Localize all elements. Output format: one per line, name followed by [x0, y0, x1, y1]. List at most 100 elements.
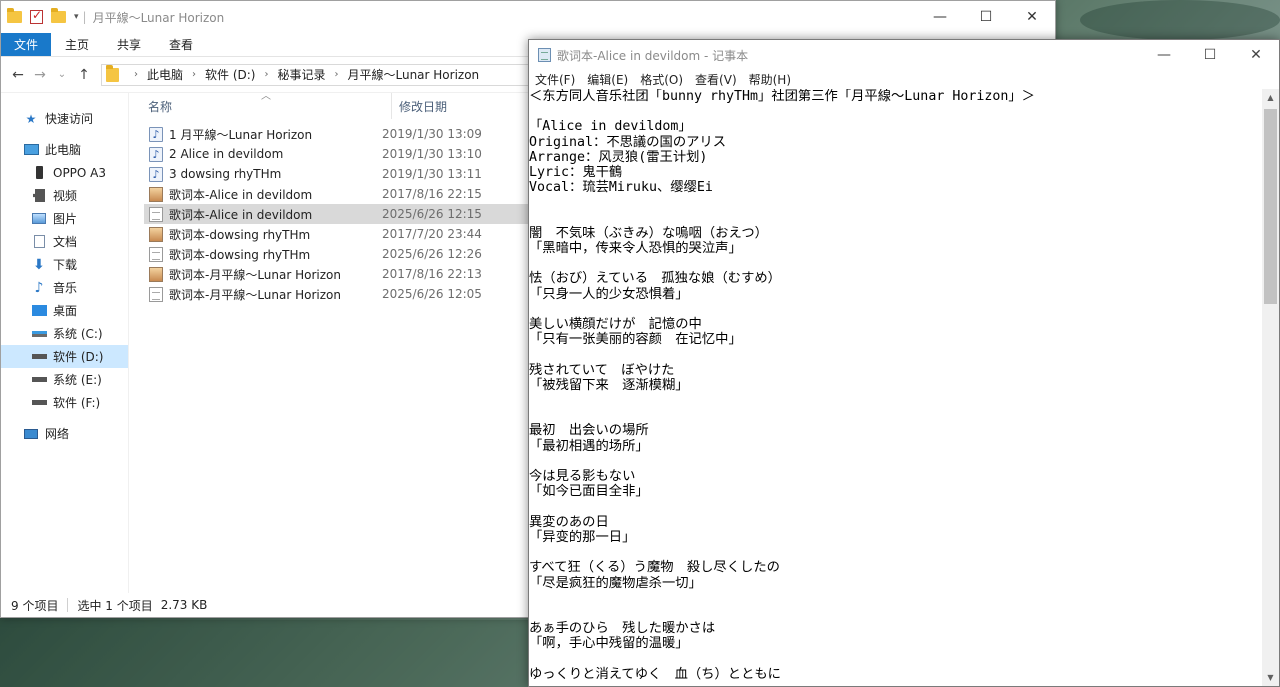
file-name: 歌词本-月平線～Lunar Horizon [169, 287, 341, 302]
minimize-button[interactable]: — [1141, 40, 1187, 70]
menu-view[interactable]: 查看(V) [695, 71, 737, 88]
file-date: 2017/7/20 23:44 [382, 227, 482, 241]
nav-item-label: 系统 (E:) [53, 373, 102, 387]
chevron-right-icon: › [192, 69, 197, 80]
nav-item-drive-e[interactable]: 系统 (E:) [1, 368, 128, 391]
star-icon: ★ [25, 111, 37, 126]
notepad-menubar: 文件(F) 编辑(E) 格式(O) 查看(V) 帮助(H) [529, 70, 1279, 89]
computer-icon [23, 143, 39, 157]
item-count: 9 个项目 [11, 598, 59, 613]
file-date: 2019/1/30 13:09 [382, 127, 482, 141]
nav-item-label: 软件 (D:) [53, 350, 104, 364]
close-button[interactable]: ✕ [1233, 40, 1279, 70]
file-date: 2025/6/26 12:15 [382, 207, 482, 221]
file-date: 2019/1/30 13:10 [382, 147, 482, 161]
status-divider [67, 598, 69, 612]
menu-edit[interactable]: 编辑(E) [587, 71, 628, 88]
music-icon: ♪ [34, 279, 44, 296]
image-file-icon [149, 186, 163, 202]
maximize-button[interactable]: ☐ [1187, 40, 1233, 70]
file-name: 歌词本-dowsing rhyTHm [169, 247, 311, 262]
file-row-selected[interactable]: 歌词本-Alice in devildom 2025/6/26 12:15 [144, 204, 530, 224]
quick-access-dropdown-icon[interactable]: ▾ [74, 12, 79, 22]
vertical-scrollbar[interactable]: ▲ ▼ [1262, 89, 1279, 686]
title-separator: | [82, 10, 87, 24]
nav-item-downloads[interactable]: ⬇ 下载 [1, 253, 128, 276]
drive-icon [31, 396, 47, 410]
file-date: 2025/6/26 12:05 [382, 287, 482, 301]
nav-item-label: 快速访问 [45, 112, 94, 126]
chevron-right-icon: › [134, 69, 138, 80]
image-file-icon [149, 226, 163, 242]
notepad-text-area[interactable]: ＜东方同人音乐社团「bunny rhyTHm」社团第三作「月平線～Lunar H… [529, 89, 1262, 686]
file-date: 2017/8/16 22:13 [382, 267, 482, 281]
menu-file[interactable]: 文件(F) [535, 71, 575, 88]
file-row[interactable]: ♪ 1 月平線～Lunar Horizon 2019/1/30 13:09 [144, 124, 530, 144]
nav-item-drive-c[interactable]: 系统 (C:) [1, 322, 128, 345]
tab-view[interactable]: 查看 [155, 33, 207, 56]
properties-icon[interactable] [30, 8, 43, 24]
nav-item-videos[interactable]: 视频 [1, 184, 128, 207]
column-divider[interactable] [391, 93, 392, 119]
scroll-down-arrow-icon[interactable]: ▼ [1262, 669, 1279, 686]
file-row[interactable]: 歌词本-dowsing rhyTHm 2025/6/26 12:26 [144, 244, 530, 264]
nav-item-oppo-a3[interactable]: OPPO A3 [1, 161, 128, 184]
explorer-titlebar: ▾ | 月平線～Lunar Horizon — ☐ ✕ [1, 1, 1055, 33]
up-button[interactable]: ↑ [73, 67, 95, 83]
nav-item-desktop[interactable]: 桌面 [1, 299, 128, 322]
drive-icon [31, 327, 47, 341]
notepad-window: 歌词本-Alice in devildom - 记事本 — ☐ ✕ 文件(F) … [528, 39, 1280, 687]
column-header-date[interactable]: 修改日期 [399, 98, 447, 115]
text-file-icon [149, 206, 163, 222]
folder-icon [106, 64, 119, 82]
nav-item-quick-access[interactable]: ★ 快速访问 [1, 107, 128, 130]
file-row[interactable]: ♪ 3 dowsing rhyTHm 2019/1/30 13:11 [144, 164, 530, 184]
menu-help[interactable]: 帮助(H) [749, 71, 791, 88]
file-name: 歌词本-Alice in devildom [169, 207, 313, 222]
forward-button[interactable]: → [29, 67, 51, 83]
maximize-button[interactable]: ☐ [963, 1, 1009, 33]
recent-locations-button[interactable]: ⌄ [51, 69, 73, 80]
file-name: 2 Alice in devildom [169, 147, 284, 161]
file-row[interactable]: 歌词本-dowsing rhyTHm 2017/7/20 23:44 [144, 224, 530, 244]
breadcrumb-current-folder[interactable]: 月平線～Lunar Horizon [348, 66, 480, 83]
nav-item-network[interactable]: 网络 [1, 422, 128, 445]
nav-item-drive-d[interactable]: 软件 (D:) [1, 345, 128, 368]
audio-file-icon: ♪ [149, 166, 163, 182]
menu-format[interactable]: 格式(O) [640, 71, 683, 88]
breadcrumb-secret-records[interactable]: 秘事记录 [277, 66, 325, 83]
nav-item-this-pc[interactable]: 此电脑 [1, 138, 128, 161]
new-folder-icon[interactable] [51, 8, 66, 23]
file-row[interactable]: 歌词本-月平線～Lunar Horizon 2025/6/26 12:05 [144, 284, 530, 304]
nav-item-label: 网络 [45, 427, 70, 441]
nav-item-music[interactable]: ♪ 音乐 [1, 276, 128, 299]
audio-file-icon: ♪ [149, 146, 163, 162]
tab-share[interactable]: 共享 [103, 33, 155, 56]
video-icon [31, 189, 47, 203]
file-row[interactable]: 歌词本-Alice in devildom 2017/8/16 22:15 [144, 184, 530, 204]
file-row[interactable]: ♪ 2 Alice in devildom 2019/1/30 13:10 [144, 144, 530, 164]
tab-home[interactable]: 主页 [51, 33, 103, 56]
audio-file-icon: ♪ [149, 126, 163, 142]
file-row[interactable]: 歌词本-月平線～Lunar Horizon 2017/8/16 22:13 [144, 264, 530, 284]
back-button[interactable]: ← [7, 67, 29, 83]
minimize-button[interactable]: — [917, 1, 963, 33]
nav-item-label: 系统 (C:) [53, 327, 103, 341]
drive-icon [31, 350, 47, 364]
nav-item-drive-f[interactable]: 软件 (F:) [1, 391, 128, 414]
scrollbar-thumb[interactable] [1264, 109, 1277, 304]
breadcrumb-this-pc[interactable]: 此电脑 [147, 66, 183, 83]
file-name: 1 月平線～Lunar Horizon [169, 127, 313, 142]
column-header-name[interactable]: 名称 [148, 98, 172, 115]
nav-item-documents[interactable]: 文档 [1, 230, 128, 253]
tab-file[interactable]: 文件 [1, 33, 52, 56]
nav-item-label: 图片 [53, 212, 78, 226]
text-file-icon [149, 286, 163, 302]
file-name: 歌词本-月平線～Lunar Horizon [169, 267, 341, 282]
close-button[interactable]: ✕ [1009, 1, 1055, 33]
scroll-up-arrow-icon[interactable]: ▲ [1262, 89, 1279, 106]
file-date: 2025/6/26 12:26 [382, 247, 482, 261]
breadcrumb-drive-d[interactable]: 软件 (D:) [205, 66, 255, 83]
desktop-icon [31, 304, 47, 318]
nav-item-pictures[interactable]: 图片 [1, 207, 128, 230]
